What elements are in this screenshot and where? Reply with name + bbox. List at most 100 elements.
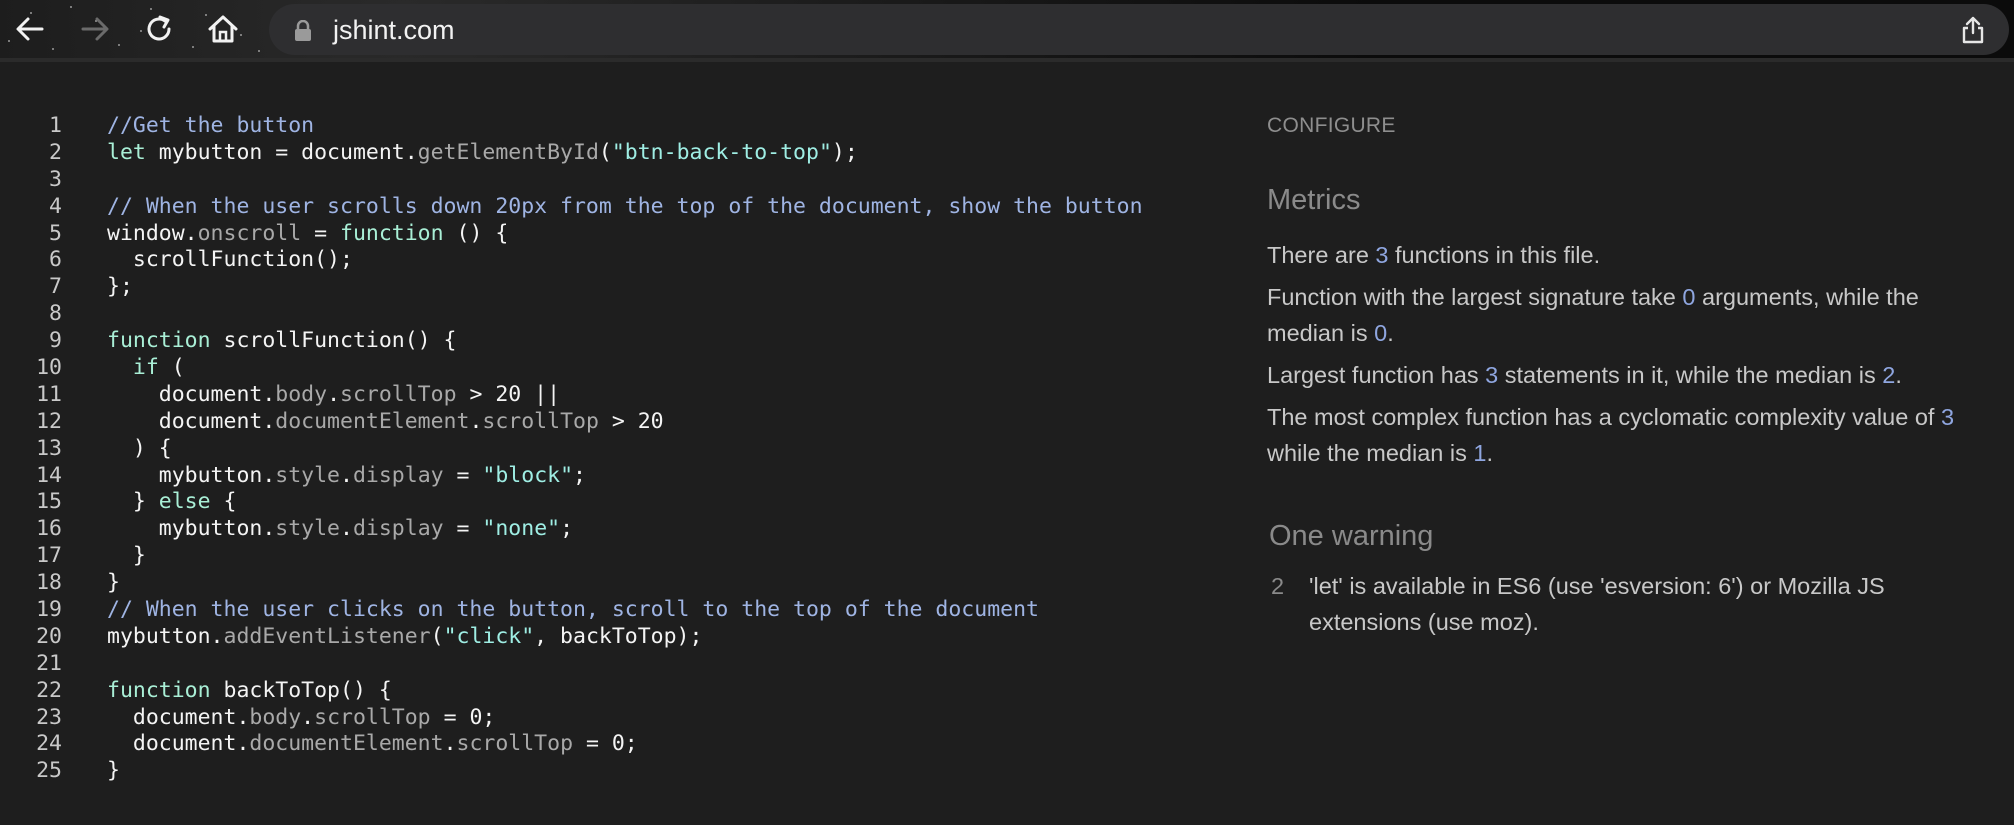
metric-value: 0 — [1374, 319, 1388, 346]
code-token-plain: } — [107, 758, 120, 784]
code-line[interactable]: 10 if ( — [0, 355, 1230, 382]
line-number: 6 — [49, 247, 62, 273]
line-number: 16 — [36, 516, 62, 542]
metric-complexity: The most complex function has a cyclomat… — [1267, 404, 1955, 466]
line-source: } — [107, 758, 120, 785]
configure-link[interactable]: CONFIGURE — [1267, 114, 1396, 138]
arrow-left-icon — [16, 17, 44, 41]
metric-value: 0 — [1682, 284, 1696, 310]
code-token-plain: backToTop() { — [210, 677, 392, 703]
code-line[interactable]: 20 mybutton.addEventListener("click", bac… — [0, 624, 1230, 651]
code-line[interactable]: 3 — [0, 167, 1230, 194]
code-token-prop: style — [275, 462, 341, 488]
code-token-plain: ) { — [107, 435, 172, 461]
metric-value: 1 — [1473, 439, 1487, 466]
code-line[interactable]: 6 scrollFunction(); — [0, 247, 1230, 274]
code-token-plain: . — [340, 462, 353, 488]
back-button[interactable] — [10, 9, 50, 49]
code-line[interactable]: 25} — [0, 758, 1230, 785]
code-token-plain: scrollFunction() { — [210, 328, 457, 354]
arrow-right-icon — [81, 17, 109, 41]
line-number: 1 — [49, 113, 62, 138]
code-token-plain: . — [340, 516, 353, 542]
metric-value: 3 — [1375, 242, 1389, 268]
warning-line-number[interactable]: 2 — [1271, 568, 1291, 604]
code-token-string: "btn-back-to-top" — [611, 139, 832, 165]
code-line[interactable]: 23 document.body.scrollTop = 0; — [0, 705, 1230, 732]
line-source: mybutton.style.display = "block"; — [107, 463, 586, 490]
line-source: // When the user scrolls down 20px from … — [107, 194, 1143, 221]
code-token-plain: = — [443, 516, 483, 542]
line-source: ) { — [107, 436, 172, 463]
code-token-keyword: function — [340, 220, 444, 246]
code-line[interactable]: 12 document.documentElement.scrollTop > … — [0, 409, 1230, 436]
line-source: } — [107, 570, 120, 597]
line-number: 21 — [36, 650, 62, 676]
code-token-plain: > 20 — [598, 408, 664, 434]
url-text[interactable]: jshint.com — [333, 15, 455, 46]
line-source: document.documentElement.scrollTop > 20 — [107, 409, 664, 436]
code-token-comment: // When the user clicks on the button, s… — [107, 597, 1039, 623]
code-line[interactable]: 4 // When the user scrolls down 20px from… — [0, 194, 1230, 221]
code-line[interactable]: 18} — [0, 570, 1230, 597]
code-token-comment: // When the user scrolls down 20px from … — [107, 193, 1143, 219]
code-token-prop: body — [249, 704, 302, 730]
code-line[interactable]: 7}; — [0, 274, 1230, 301]
toolbar-divider — [0, 58, 2014, 62]
line-source: scrollFunction(); — [107, 247, 353, 274]
code-line[interactable]: 5 window.onscroll = function () { — [0, 221, 1230, 248]
code-token-plain: { — [210, 489, 237, 515]
line-number: 25 — [36, 758, 62, 784]
code-line[interactable]: 1 //Get the button — [0, 113, 1230, 140]
home-button[interactable] — [203, 9, 243, 49]
code-line[interactable]: 14 mybutton.style.display = "block"; — [0, 463, 1230, 490]
address-bar[interactable]: jshint.com — [269, 4, 2009, 55]
line-number: 4 — [49, 193, 62, 219]
line-number: 12 — [36, 408, 62, 434]
code-token-plain: = — [443, 462, 483, 488]
code-line[interactable]: 15 } else { — [0, 489, 1230, 516]
code-token-prop: scrollTop — [456, 731, 574, 757]
reload-icon — [147, 15, 171, 41]
code-line[interactable]: 9 function scrollFunction() { — [0, 328, 1230, 355]
code-line[interactable]: 13 ) { — [0, 436, 1230, 463]
code-token-plain: document. — [107, 704, 250, 730]
reload-button[interactable] — [139, 9, 179, 49]
line-number: 17 — [36, 543, 62, 569]
code-line[interactable]: 2 let mybutton = document.getElementById(… — [0, 140, 1230, 167]
code-line[interactable]: 16 mybutton.style.display = "none"; — [0, 516, 1230, 543]
code-line[interactable]: 8 — [0, 301, 1230, 328]
line-source: window.onscroll = function () { — [107, 221, 508, 248]
code-line[interactable]: 22 function backToTop() { — [0, 678, 1230, 705]
code-editor[interactable]: 1 //Get the button 2 let mybutton = documen… — [0, 113, 1230, 785]
code-token-plain: = — [301, 220, 341, 246]
code-token-plain: window. — [107, 220, 198, 246]
code-line[interactable]: 24 document.documentElement.scrollTop = … — [0, 731, 1230, 758]
line-number: 2 — [49, 139, 62, 165]
metric-functions: There are 3 functions in this file. — [1267, 242, 1601, 268]
code-token-plain: > 20 || — [456, 381, 561, 407]
code-token-plain: }; — [107, 274, 133, 300]
code-token-plain: , backToTop); — [534, 623, 703, 649]
code-token-plain: . — [443, 731, 457, 757]
warning-message: 'let' is available in ES6 (use 'esversio… — [1309, 573, 1885, 635]
share-icon[interactable] — [1961, 16, 1985, 44]
code-line[interactable]: 11 document.body.scrollTop > 20 || — [0, 382, 1230, 409]
code-token-keyword: function — [107, 328, 211, 354]
line-number: 19 — [36, 597, 62, 623]
line-source: function backToTop() { — [107, 678, 392, 705]
code-token-plain: () { — [443, 220, 509, 246]
forward-button[interactable] — [75, 9, 115, 49]
code-line[interactable]: 19 // When the user clicks on the button,… — [0, 597, 1230, 624]
code-line[interactable]: 17 } — [0, 543, 1230, 570]
line-source: } — [107, 543, 146, 570]
metric-value: 2 — [1882, 362, 1896, 388]
line-number: 20 — [36, 623, 62, 649]
code-token-prop: getElementById — [417, 139, 599, 165]
line-number: 10 — [36, 355, 62, 381]
browser-toolbar: jshint.com — [0, 0, 2014, 58]
code-line[interactable]: 21 — [0, 651, 1230, 678]
code-token-prop: documentElement — [275, 408, 470, 434]
line-number: 3 — [49, 166, 62, 192]
